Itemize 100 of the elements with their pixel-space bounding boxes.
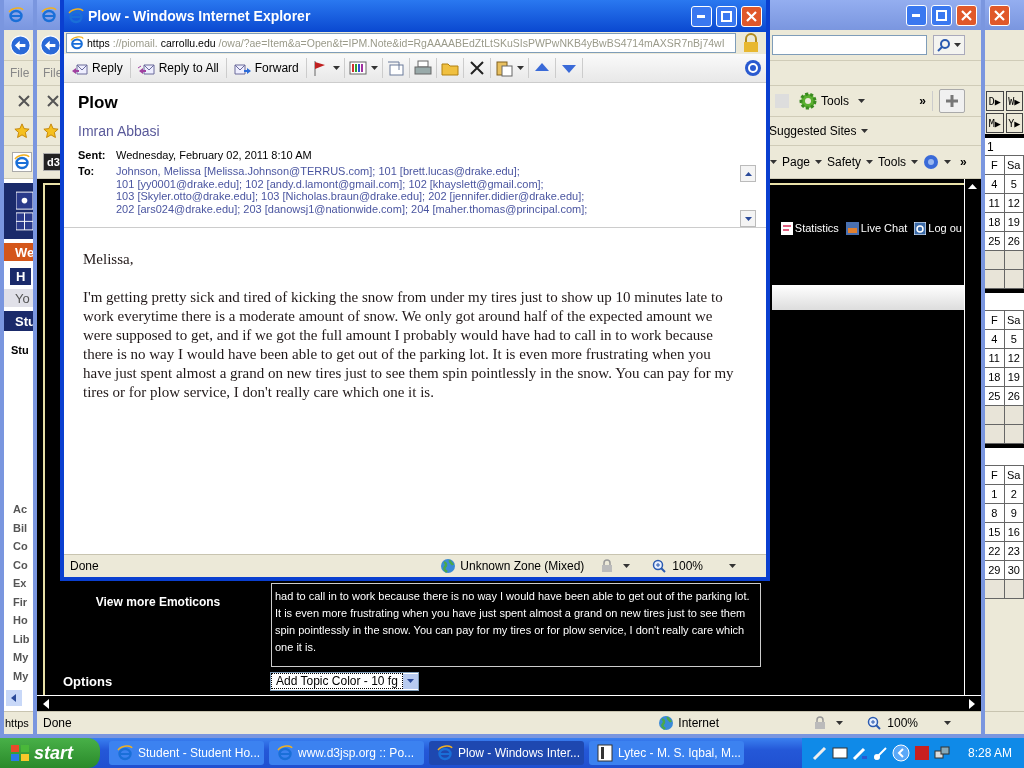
star-icon[interactable] [14, 123, 30, 139]
help-icon[interactable] [923, 154, 940, 170]
search-button[interactable] [933, 35, 965, 55]
keyboard-icon[interactable] [831, 745, 848, 761]
scroll-down-button[interactable] [740, 210, 756, 227]
delete-icon[interactable] [467, 59, 486, 77]
close-button[interactable] [989, 4, 1010, 26]
caret-down-icon [744, 216, 752, 221]
minimize-button[interactable] [906, 4, 927, 26]
nav-link[interactable]: Log ou [914, 221, 962, 235]
search-icon [937, 38, 951, 52]
printer-icon[interactable] [413, 59, 432, 77]
star-icon[interactable] [43, 123, 59, 139]
brush-icon[interactable] [871, 745, 888, 761]
caret-icon[interactable] [858, 99, 865, 103]
command-menu[interactable]: Tools [878, 155, 907, 169]
pen-icon[interactable] [851, 745, 868, 761]
help-icon[interactable] [744, 59, 762, 77]
calendar-nav-button[interactable]: W▶ [1005, 91, 1023, 111]
scroll-right-arrow-icon[interactable] [967, 697, 977, 710]
browser-tab[interactable] [12, 152, 32, 172]
toolbar-button[interactable]: Forward [230, 59, 302, 77]
caret-icon[interactable] [911, 160, 919, 164]
caret-icon[interactable] [729, 564, 736, 568]
x-icon[interactable] [18, 95, 30, 107]
topic-color-select[interactable]: Add Topic Color - 10 fg [270, 671, 419, 691]
taskbar-button[interactable]: Lytec - M. S. Iqbal, M... [589, 741, 744, 765]
message-textarea[interactable]: had to call in to work because there is no way I would have been able to get out of the parking lot. It is even more frustrating when you have just spent almost a grand on new tires just to see them spin pointlessly in the snow. You can pay for my tires or for plow service, I don't really care which one it is. [271, 583, 761, 667]
calendar-nav-button[interactable]: Y▶ [1005, 113, 1023, 133]
emoticons-link[interactable]: View more Emoticons [95, 595, 221, 609]
browser-icon [41, 7, 57, 23]
close-icon [961, 9, 972, 21]
minimize-button[interactable] [691, 5, 712, 27]
zoom-icon[interactable] [652, 559, 667, 573]
caret-icon[interactable] [861, 129, 869, 133]
sidebar-link[interactable]: Ac [4, 500, 33, 519]
caret-icon[interactable] [406, 679, 414, 683]
clipboard-icon[interactable] [494, 59, 513, 77]
caret-icon[interactable] [332, 66, 340, 70]
calendar-nav-button[interactable]: M▶ [986, 113, 1004, 133]
back-button[interactable] [40, 34, 61, 56]
caret-icon[interactable] [370, 66, 378, 70]
nav-link[interactable]: Live Chat [845, 221, 908, 235]
caret-icon[interactable] [944, 721, 951, 725]
scroll-up-button[interactable] [740, 165, 756, 182]
caret-icon[interactable] [770, 160, 777, 164]
zoom-icon[interactable] [867, 716, 882, 730]
sidebar-link[interactable]: Lib [4, 629, 33, 648]
caret-icon[interactable] [944, 160, 952, 164]
sidebar-link[interactable]: Fir [4, 592, 33, 611]
sender-name[interactable]: Imran Abbasi [78, 123, 752, 141]
columns-icon[interactable] [348, 59, 367, 77]
network-icon[interactable] [933, 745, 950, 761]
start-button[interactable]: start [0, 738, 100, 768]
sent-date: Wednesday, February 02, 2011 8:10 AM [116, 149, 312, 161]
sidebar-link[interactable]: Bil [4, 518, 33, 537]
command-menu[interactable]: Safety [827, 155, 862, 169]
show-hidden-icons-button[interactable] [891, 744, 910, 762]
caret-icon[interactable] [815, 160, 823, 164]
chevron[interactable]: » [960, 155, 967, 169]
command-menu[interactable]: Page [782, 155, 811, 169]
sidebar-link[interactable]: Ex [4, 574, 33, 593]
home-tab[interactable]: H [10, 267, 32, 285]
sidebar-link[interactable]: Ho [4, 611, 33, 630]
toolbar-button[interactable]: Reply to All [134, 59, 222, 77]
caret-icon[interactable] [866, 160, 874, 164]
tools-button[interactable]: Tools [795, 90, 852, 112]
maximize-button[interactable] [716, 5, 737, 27]
sidebar-link[interactable]: My [4, 648, 33, 667]
chevron[interactable]: » [919, 94, 926, 108]
close-button[interactable] [741, 5, 762, 27]
zoom-level[interactable]: 100% [887, 716, 918, 730]
maximize-icon [721, 10, 732, 22]
zoom-level[interactable]: 100% [672, 559, 703, 573]
taskbar-button[interactable]: Student - Student Ho... [109, 741, 264, 765]
add-button[interactable] [939, 89, 965, 113]
back-button[interactable] [10, 34, 31, 56]
x-icon[interactable] [47, 95, 59, 107]
mail-icon[interactable] [386, 59, 405, 77]
search-field[interactable] [772, 35, 927, 55]
caret-icon[interactable] [516, 66, 524, 70]
taskbar-button[interactable]: Plow - Windows Inter... [429, 741, 584, 765]
caret-icon[interactable] [954, 43, 961, 47]
taskbar-button[interactable]: www.d3jsp.org :: Po... [269, 741, 424, 765]
globe-icon [658, 715, 675, 731]
sidebar-link[interactable]: Co [4, 555, 33, 574]
sidebar-link[interactable]: Co [4, 537, 33, 556]
maximize-button[interactable] [931, 4, 952, 26]
nav-link[interactable]: Statistics [780, 221, 839, 235]
address-field[interactable]: https ://piomail. carrollu.edu /owa/?ae=Item&a=Open&t=IPM.Note&id=RgAAAABEdZtLtSKuSIsPWPwNKB4yBwBS4714mAXSR7nBj74wI [66, 33, 736, 53]
suggested-sites-link[interactable]: Suggested Sites [769, 124, 857, 138]
caret-icon[interactable] [623, 564, 631, 568]
pen-icon[interactable] [811, 745, 828, 761]
minimize-icon [912, 13, 921, 17]
sidebar-link[interactable]: My [4, 666, 33, 685]
calendar-nav-button[interactable]: D▶ [986, 91, 1004, 111]
caret-icon[interactable] [836, 721, 844, 725]
close-button[interactable] [956, 4, 977, 26]
toolbar-button[interactable]: Reply [68, 59, 126, 77]
scroll-left-arrow-icon[interactable] [41, 697, 51, 710]
